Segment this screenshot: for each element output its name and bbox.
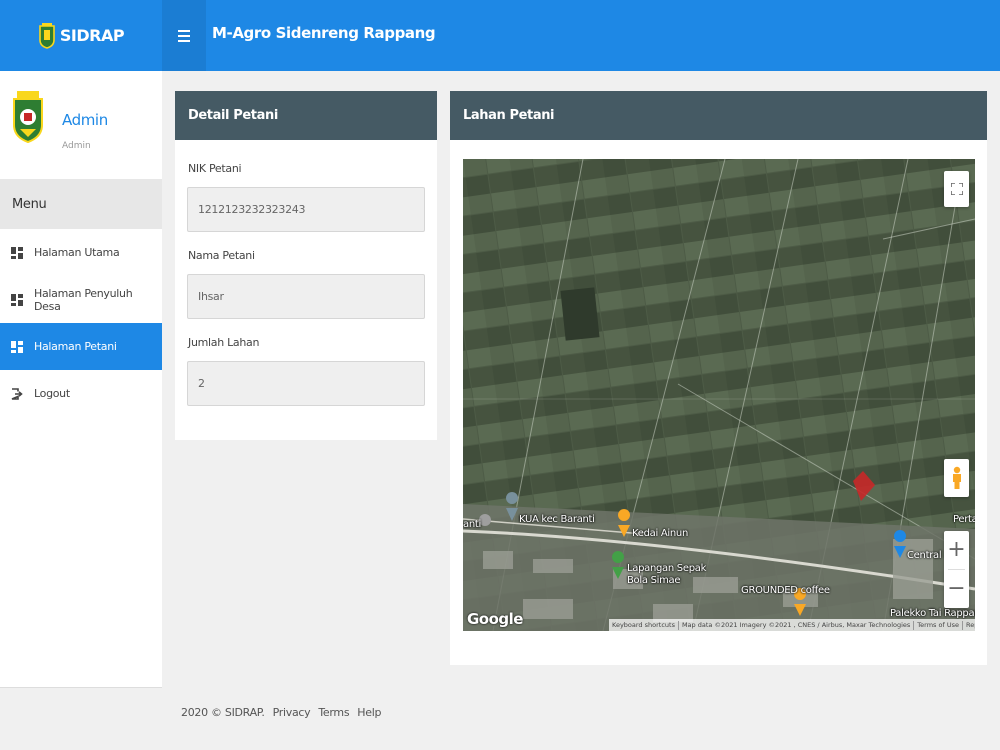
nik-label: NIK Petani (188, 162, 242, 175)
dashboard-icon (11, 340, 23, 353)
zoom-in-button[interactable]: + (944, 531, 969, 569)
satellite-map[interactable]: anti KUA kec Baranti Kedai Ainun Lapanga… (463, 159, 975, 631)
user-profile: Admin Admin (0, 71, 162, 179)
jumlah-lahan-field[interactable] (187, 361, 425, 406)
logout-icon (11, 387, 23, 400)
brand[interactable]: SIDRAP (0, 0, 162, 71)
place-label[interactable]: Perta (953, 514, 975, 525)
fullscreen-button[interactable] (944, 171, 969, 207)
place-label[interactable]: Kedai Ainun (632, 528, 688, 539)
place-label[interactable]: Palekko Tai Rappang (890, 608, 975, 619)
pegman-icon (952, 466, 961, 489)
keyboard-shortcuts-link[interactable]: Keyboard shortcuts (609, 620, 679, 630)
nik-field[interactable] (187, 187, 425, 232)
street-view-button[interactable] (944, 459, 969, 497)
place-label[interactable]: Lapangan Sepak (627, 563, 706, 574)
avatar (13, 91, 43, 143)
map-data-attribution: Map data ©2021 Imagery ©2021 , CNES / Ai… (679, 620, 915, 630)
sidebar-toggle-button[interactable] (162, 0, 206, 71)
sidebar-divider (0, 687, 162, 688)
map-imagery (463, 159, 975, 631)
detail-petani-title: Detail Petani (175, 91, 437, 140)
place-label: anti (463, 519, 481, 530)
copyright: 2020 © SIDRAP. (181, 706, 265, 719)
privacy-link[interactable]: Privacy (273, 706, 311, 719)
lahan-petani-title: Lahan Petani (450, 91, 987, 140)
terms-of-use-link[interactable]: Terms of Use (914, 620, 963, 630)
place-label[interactable]: KUA kec Baranti (519, 514, 595, 525)
sidebar-item-label: Halaman Penyuluh Desa (34, 286, 133, 313)
page-footer: 2020 © SIDRAP. Privacy Terms Help (181, 706, 381, 719)
app-title: M-Agro Sidenreng Rappang (212, 24, 436, 42)
lahan-petani-card: Lahan Petani anti KUA kec Baranti Kedai … (450, 91, 987, 665)
sidebar: Admin Admin Menu Halaman Utama Halaman P… (0, 71, 162, 687)
user-name: Admin (62, 111, 108, 129)
sidebar-item-label: Halaman Petani (34, 340, 117, 353)
sidrap-logo-icon (39, 22, 55, 49)
google-logo: Google (467, 610, 523, 628)
user-role: Admin (62, 141, 91, 151)
sidebar-item-halaman-utama[interactable]: Halaman Utama (0, 229, 162, 276)
place-label[interactable]: GROUNDED coffee (741, 585, 830, 596)
fullscreen-icon (950, 183, 963, 195)
nama-field[interactable] (187, 274, 425, 319)
zoom-out-button[interactable]: − (944, 570, 969, 608)
dashboard-icon (11, 246, 23, 259)
sidebar-item-halaman-petani[interactable]: Halaman Petani (0, 323, 162, 370)
menu-heading: Menu (0, 179, 162, 229)
place-label[interactable]: Bola Simae (627, 575, 681, 586)
sidebar-item-halaman-penyuluh-desa[interactable]: Halaman Penyuluh Desa (0, 276, 162, 323)
sidebar-item-label: Logout (34, 387, 70, 400)
brand-name: SIDRAP (59, 26, 125, 45)
map-attribution-bar: Keyboard shortcuts Map data ©2021 Imager… (609, 619, 975, 631)
nama-label: Nama Petani (188, 249, 255, 262)
report-error-link[interactable]: Report a map error (963, 621, 975, 630)
hamburger-icon (178, 29, 190, 42)
terms-link[interactable]: Terms (318, 706, 349, 719)
sidebar-item-label: Halaman Utama (34, 246, 120, 259)
help-link[interactable]: Help (357, 706, 381, 719)
zoom-controls: + − (944, 531, 969, 608)
jumlah-lahan-label: Jumlah Lahan (188, 336, 260, 349)
top-header: SIDRAP M-Agro Sidenreng Rappang (0, 0, 1000, 71)
dashboard-icon (11, 293, 23, 306)
sidebar-item-logout[interactable]: Logout (0, 370, 162, 417)
detail-petani-card: Detail Petani NIK Petani Nama Petani Jum… (175, 91, 437, 440)
